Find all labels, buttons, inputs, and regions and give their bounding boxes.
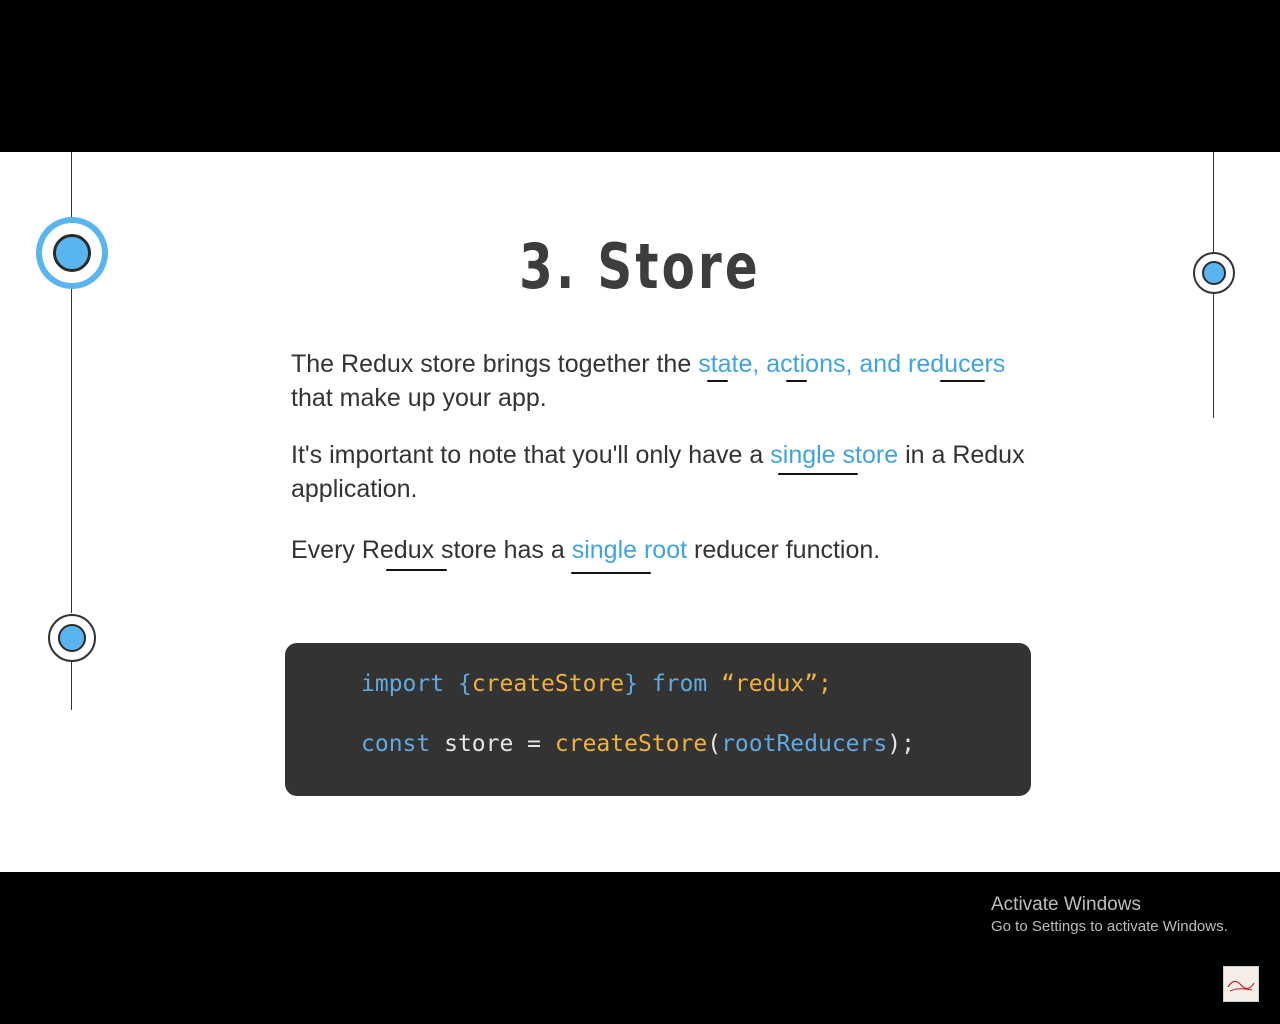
left-timeline-line — [71, 287, 72, 613]
paragraph-text: It's important to note that you'll only … — [291, 441, 771, 469]
code-line-const: const store = createStore(rootReducers); — [361, 731, 915, 757]
code-keyword: const — [361, 731, 431, 757]
right-timeline-line — [1213, 152, 1214, 252]
paragraph-text: Every Redux store has a — [291, 536, 572, 564]
code-variable: rootReducers — [721, 731, 888, 757]
screen: 3. Store The Redux store brings together… — [0, 0, 1280, 1024]
right-timeline-line — [1213, 292, 1214, 418]
timeline-node-icon-dot — [58, 624, 86, 652]
ink-underline — [386, 569, 447, 571]
code-brace: } — [624, 671, 638, 697]
timeline-node-icon-dot — [53, 234, 91, 272]
ink-underline — [571, 572, 651, 574]
code-string: “redux”; — [707, 671, 832, 697]
watermark-logo-graphic — [1227, 980, 1255, 992]
left-timeline-line — [71, 662, 72, 710]
slide-title: 3. Store — [519, 230, 761, 303]
paragraph-root-reducer: Every Redux store has a single root redu… — [291, 533, 1051, 567]
code-brace: { — [444, 671, 472, 697]
ink-underline — [940, 380, 985, 382]
code-text: ); — [887, 731, 915, 757]
code-block: import {createStore} from “redux”; const… — [285, 643, 1031, 796]
code-line-import: import {createStore} from “redux”; — [361, 671, 832, 697]
paragraph-text: in a Redux — [898, 441, 1025, 469]
ink-underline — [786, 380, 807, 382]
activate-windows-title: Activate Windows — [991, 894, 1141, 915]
code-keyword: from — [637, 671, 708, 697]
highlight-text: single root — [571, 536, 688, 564]
paragraph-store-intro: The Redux store brings together the stat… — [291, 347, 1051, 415]
paragraph-text: application. — [291, 475, 418, 503]
activate-windows-subtitle: Go to Settings to activate Windows. — [991, 918, 1228, 935]
presentation-slide: 3. Store The Redux store brings together… — [0, 152, 1280, 872]
code-function: createStore — [471, 671, 625, 697]
timeline-node-icon-dot — [1202, 261, 1226, 285]
highlight-text: state, actions, and reducers — [698, 350, 1006, 378]
ink-underline — [707, 380, 728, 382]
paragraph-single-store: It's important to note that you'll only … — [291, 438, 1051, 506]
code-keyword: import — [361, 671, 445, 697]
code-paren: ( — [707, 731, 722, 757]
paragraph-text: that make up your app. — [291, 384, 547, 412]
ink-underline — [778, 473, 858, 475]
watermark-logo-icon — [1223, 966, 1259, 1002]
activate-windows-watermark: Activate Windows Go to Settings to activ… — [991, 893, 1228, 937]
paragraph-text: reducer function. — [687, 536, 881, 564]
left-timeline-line — [71, 152, 72, 217]
highlight-text: single store — [770, 441, 899, 469]
paragraph-text: The Redux store brings together the — [291, 350, 699, 378]
code-function: createStore — [554, 731, 708, 757]
code-text: store = — [430, 731, 555, 757]
